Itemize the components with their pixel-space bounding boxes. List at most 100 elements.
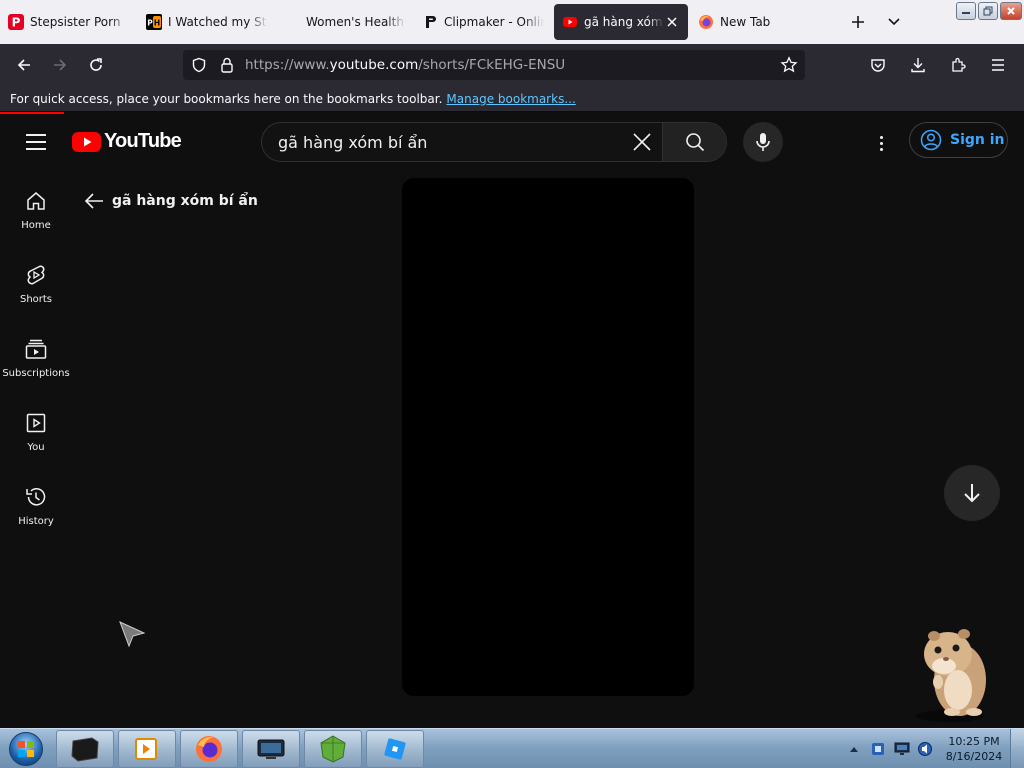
sidebar-item-you[interactable]: You — [0, 400, 72, 474]
network-icon[interactable] — [892, 739, 912, 759]
url-host: youtube.com — [329, 57, 419, 73]
voice-search-button[interactable] — [743, 122, 783, 162]
close-window-button[interactable] — [1000, 2, 1022, 20]
clear-search-icon[interactable] — [622, 123, 662, 161]
bookmarks-toolbar: For quick access, place your bookmarks h… — [0, 86, 1024, 112]
windows-logo-icon — [9, 731, 43, 766]
system-clock[interactable]: 10:25 PM 8/16/2024 — [942, 734, 1006, 764]
tab-label: Stepsister Porn — [30, 15, 121, 29]
bookmarks-hint-text: For quick access, place your bookmarks h… — [10, 91, 443, 106]
sidebar-item-home[interactable]: Home — [0, 178, 72, 252]
clock-date: 8/16/2024 — [945, 750, 1003, 763]
sidebar-item-shorts[interactable]: Shorts — [0, 252, 72, 326]
url-scheme: https://www. — [245, 57, 330, 73]
shorts-video-player[interactable] — [402, 178, 694, 696]
tab-label: I Watched my Ste — [168, 15, 268, 29]
menu-icon[interactable] — [980, 49, 1016, 81]
roblox-icon — [384, 737, 406, 760]
tab-0[interactable]: P Stepsister Porn — [0, 4, 138, 40]
sidebar-item-label: You — [27, 442, 45, 453]
home-icon — [27, 192, 45, 210]
search-input[interactable]: gã hàng xóm bí ẩn — [262, 133, 622, 152]
taskbar-minecraft[interactable] — [304, 729, 362, 768]
downloads-icon[interactable] — [900, 49, 936, 81]
sidebar-item-label: Shorts — [19, 294, 53, 305]
tab-5[interactable]: New Tab — [690, 4, 840, 40]
taskbar-roblox[interactable] — [366, 729, 424, 768]
reload-button[interactable] — [78, 49, 114, 81]
sidebar-item-history[interactable]: History — [0, 474, 72, 548]
restore-button[interactable] — [978, 2, 998, 20]
youtube-page: YouTube gã hàng xóm bí ẩn Sign in Home S… — [0, 114, 1024, 728]
sign-in-label: Sign in — [950, 132, 1005, 148]
pocket-icon[interactable] — [860, 49, 896, 81]
pinterest-icon: P — [8, 14, 24, 30]
history-icon — [26, 488, 46, 506]
guide-menu-button[interactable] — [20, 128, 52, 156]
show-hidden-icons-arrow-icon[interactable] — [844, 739, 864, 759]
clipmaker-icon — [422, 14, 438, 30]
youtube-wordmark: YouTube — [104, 130, 182, 152]
you-icon — [26, 413, 46, 433]
display-app-icon — [257, 739, 285, 759]
start-button[interactable] — [0, 729, 52, 768]
url-bar[interactable]: https://www.youtube.com/shorts/FCkEHG-EN… — [183, 50, 805, 80]
sidebar-item-label: Home — [21, 220, 51, 231]
sign-in-button[interactable]: Sign in — [909, 122, 1008, 158]
close-tab-icon[interactable] — [664, 14, 680, 30]
minimize-button[interactable] — [956, 2, 976, 20]
terminal-app-icon — [71, 736, 99, 762]
url-path: /shorts/FCkEHG-ENSU — [418, 57, 566, 73]
mouse-pointer-icon — [118, 620, 146, 652]
taskbar-display-app[interactable] — [242, 729, 300, 768]
ph-icon: PH — [146, 14, 162, 30]
tab-2[interactable]: Women's Health - Sup — [276, 4, 414, 40]
search-button[interactable] — [662, 123, 726, 161]
tab-3[interactable]: Clipmaker - Onlin — [414, 4, 552, 40]
manage-bookmarks-link[interactable]: Manage bookmarks... — [446, 92, 575, 106]
back-button[interactable] — [6, 49, 42, 81]
extensions-icon[interactable] — [940, 49, 976, 81]
tab-label: New Tab — [720, 15, 771, 29]
new-tab-button[interactable] — [840, 4, 876, 40]
forward-button[interactable] — [42, 49, 78, 81]
taskbar-firefox[interactable] — [180, 729, 238, 768]
taskbar-terminal-app[interactable] — [56, 729, 114, 768]
back-arrow-icon[interactable] — [84, 192, 104, 210]
tab-label: gã hàng xóm b — [584, 15, 664, 29]
tab-label: Clipmaker - Onlin — [444, 15, 544, 29]
list-all-tabs-button[interactable] — [876, 4, 912, 40]
shorts-header: gã hàng xóm bí ẩn — [84, 192, 258, 210]
navigation-toolbar: https://www.youtube.com/shorts/FCkEHG-EN… — [0, 44, 1024, 86]
microphone-icon — [756, 133, 770, 151]
youtube-play-icon — [72, 131, 101, 152]
subscriptions-icon — [25, 339, 47, 359]
tab-4-active[interactable]: gã hàng xóm b — [554, 4, 688, 40]
account-circle-icon — [920, 129, 942, 151]
tab-label: Women's Health - Sup — [306, 15, 406, 29]
search-box: gã hàng xóm bí ẩn — [261, 122, 727, 162]
next-short-button[interactable] — [944, 465, 1000, 521]
search-icon — [685, 133, 704, 152]
youtube-icon — [562, 14, 578, 30]
settings-menu-button[interactable] — [866, 128, 896, 158]
toolbar-right — [860, 49, 1016, 81]
taskbar-media-player[interactable] — [118, 729, 176, 768]
firefox-icon — [698, 14, 714, 30]
hamster-desktop-pet — [904, 620, 996, 724]
show-desktop-button[interactable] — [1010, 729, 1024, 768]
volume-icon[interactable] — [916, 739, 936, 759]
lock-icon[interactable] — [213, 57, 241, 73]
youtube-logo[interactable]: YouTube — [72, 130, 182, 153]
media-player-icon — [135, 737, 157, 760]
sidebar-item-label: History — [18, 516, 54, 527]
bookmark-star-icon[interactable] — [775, 56, 803, 74]
minecraft-icon — [320, 734, 346, 763]
arrow-down-icon — [964, 484, 980, 503]
page-title: gã hàng xóm bí ẩn — [112, 193, 258, 209]
tracking-protection-shield-icon[interactable] — [185, 57, 213, 73]
tray-app-icon[interactable] — [868, 739, 888, 759]
sidebar-item-subscriptions[interactable]: Subscriptions — [0, 326, 72, 400]
url-text[interactable]: https://www.youtube.com/shorts/FCkEHG-EN… — [245, 57, 565, 73]
tab-1[interactable]: PH I Watched my Ste — [138, 4, 276, 40]
